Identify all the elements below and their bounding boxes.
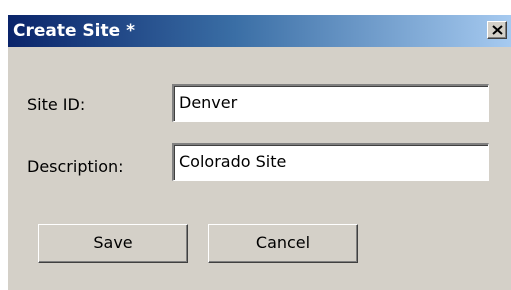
close-icon [492,25,503,35]
site-id-input[interactable]: Denver [172,84,489,122]
description-input[interactable]: Colorado Site [172,143,489,181]
title-bar[interactable]: Create Site * [8,15,511,47]
description-label: Description: [27,157,124,176]
save-button[interactable]: Save [38,224,188,263]
site-id-label: Site ID: [27,95,86,114]
cancel-button[interactable]: Cancel [208,224,358,263]
close-button[interactable] [487,21,507,39]
create-site-dialog: Create Site * Site ID: Denver Descriptio… [7,14,511,290]
dialog-title: Create Site * [13,21,135,41]
